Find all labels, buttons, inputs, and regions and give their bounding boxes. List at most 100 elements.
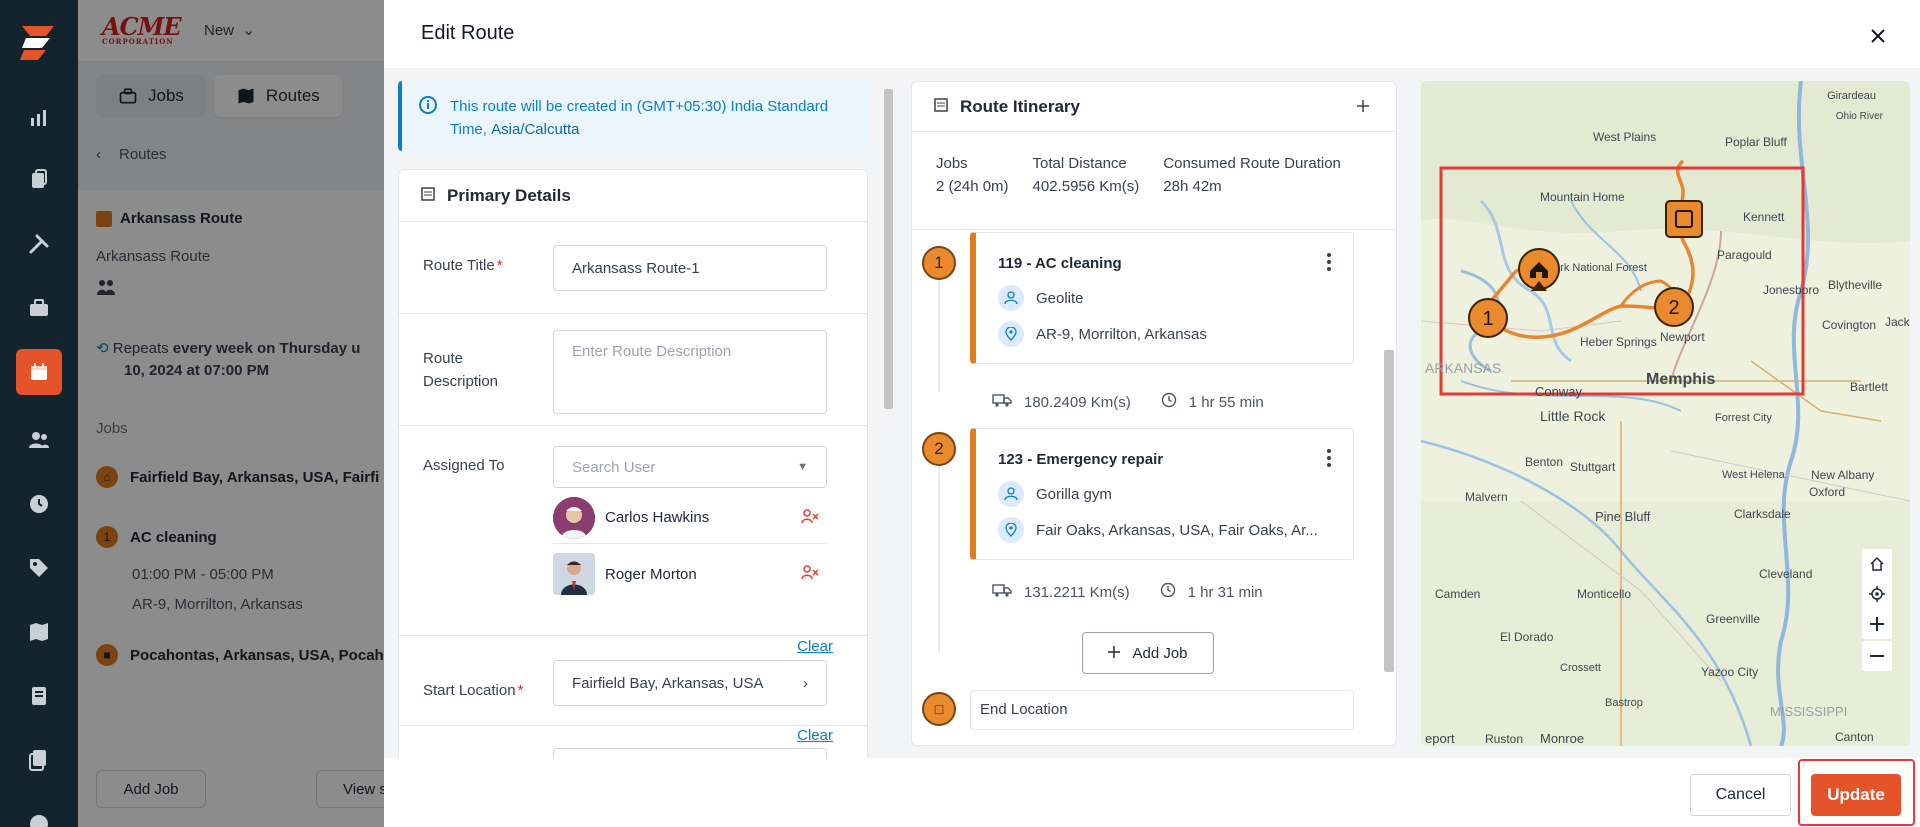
job-card[interactable]: 123 - Emergency repair Gorilla gym Fair … — [970, 428, 1354, 560]
map-home-icon[interactable] — [1862, 549, 1892, 579]
add-job-button[interactable]: Add Job — [1082, 632, 1214, 674]
nav-tag-icon[interactable] — [21, 550, 57, 586]
map-label: Bartlett — [1850, 380, 1889, 394]
clear-link[interactable]: Clear — [797, 727, 833, 744]
truck-icon — [992, 583, 1012, 601]
job-card[interactable]: 119 - AC cleaning Geolite AR-9, Morrilto… — [970, 232, 1354, 364]
map-label: Malvern — [1465, 490, 1508, 504]
start-location-label: Start Location * — [423, 682, 524, 699]
cancel-button[interactable]: Cancel — [1690, 774, 1791, 816]
nav-clipboard-icon[interactable] — [21, 162, 57, 198]
svg-text:2: 2 — [1668, 297, 1679, 319]
scrollbar-thumb[interactable] — [1384, 350, 1394, 672]
more-options-icon[interactable] — [1327, 253, 1331, 276]
nav-map-icon[interactable] — [21, 614, 57, 650]
start-location-row: Clear Start Location * Fairfield Bay, Ark… — [399, 636, 867, 726]
remove-user-icon[interactable] — [801, 564, 819, 584]
map-label: Benton — [1525, 455, 1563, 469]
search-user-select[interactable]: Search User ▼ — [553, 446, 827, 488]
stat-jobs: Jobs 2 (24h 0m) — [936, 155, 1009, 195]
end-location-pin-icon: □ — [922, 692, 956, 726]
leg-info: 131.2211 Km(s) 1 hr 31 min — [992, 582, 1263, 602]
map-canvas[interactable]: Girardeau Ohio River West Plains Poplar Blu… — [1421, 81, 1910, 746]
map-label: El Dorado — [1500, 630, 1554, 644]
nav-reports-icon[interactable] — [21, 100, 57, 136]
modal-backdrop[interactable] — [78, 0, 384, 827]
nav-calendar-icon[interactable] — [16, 349, 62, 395]
map-label: Clarksdale — [1734, 507, 1791, 521]
zoom-in-icon[interactable] — [1862, 609, 1892, 639]
truck-icon — [992, 393, 1012, 411]
route-description-label: Route Description — [423, 350, 499, 390]
plus-icon — [1108, 645, 1121, 662]
stat-route-duration: Consumed Route Duration 28h 42m — [1163, 155, 1341, 195]
edit-route-modal: Edit Route This route will be created in… — [384, 0, 1920, 827]
stat-total-distance: Total Distance 402.5956 Km(s) — [1032, 155, 1140, 195]
job-title: 119 - AC cleaning — [998, 255, 1122, 272]
map-label: West Helena — [1722, 469, 1786, 481]
map-label: Poplar Bluff — [1725, 135, 1787, 149]
app-logo-icon[interactable] — [16, 20, 60, 64]
more-options-icon[interactable] — [1327, 449, 1331, 472]
nav-pie-icon[interactable] — [21, 806, 57, 827]
modal-body: This route will be created in (GMT+05:30… — [384, 68, 1920, 761]
user-name: Carlos Hawkins — [605, 509, 710, 526]
job-customer: Gorilla gym — [998, 481, 1338, 507]
end-location-item[interactable]: End Location — [970, 690, 1354, 730]
start-location-input[interactable]: Fairfield Bay, Arkansas, USA › — [553, 660, 827, 706]
modal-footer: Cancel Update — [384, 758, 1920, 827]
nav-clock-icon[interactable] — [21, 486, 57, 522]
nav-briefcase-icon[interactable] — [21, 290, 57, 326]
map-label: Yazoo City — [1701, 665, 1758, 679]
clear-link[interactable]: Clear — [797, 638, 833, 655]
route-title-input[interactable]: Arkansass Route-1 — [553, 245, 827, 291]
zoom-out-icon[interactable] — [1862, 641, 1892, 671]
map-label: Crossett — [1560, 662, 1601, 674]
map-label: Monroe — [1540, 731, 1584, 746]
job-address: AR-9, Morrilton, Arkansas — [998, 321, 1338, 347]
itinerary-scrollbar[interactable] — [1382, 232, 1394, 745]
map-label: Greenville — [1706, 612, 1760, 626]
map-label: Little Rock — [1540, 408, 1606, 424]
nav-tools-icon[interactable] — [21, 226, 57, 262]
map-label: Oxford — [1809, 485, 1845, 499]
remove-user-icon[interactable] — [801, 508, 819, 528]
location-pin-icon — [998, 517, 1024, 543]
map-label: Ruston — [1485, 732, 1523, 746]
nav-invoice-icon[interactable] — [21, 678, 57, 714]
map-label: Canton — [1835, 730, 1874, 744]
search-user-placeholder: Search User — [572, 458, 656, 476]
route-map[interactable]: Girardeau Ohio River West Plains Poplar Blu… — [1421, 81, 1910, 746]
left-nav — [0, 0, 78, 827]
update-button[interactable]: Update — [1811, 774, 1901, 816]
form-scrollbar[interactable] — [881, 81, 895, 761]
modal-title: Edit Route — [421, 22, 515, 44]
caret-down-icon: ▼ — [797, 461, 808, 473]
map-label: Cleveland — [1759, 567, 1812, 581]
user-name: Roger Morton — [605, 565, 697, 583]
route-description-input[interactable]: Enter Route Description — [553, 330, 827, 414]
assigned-user: Carlos Hawkins — [553, 492, 827, 544]
info-icon — [418, 95, 438, 137]
map-label: Ohio River — [1836, 111, 1884, 122]
map-label: Camden — [1435, 587, 1480, 601]
end-marker[interactable] — [1665, 200, 1703, 238]
map-label: Jackso — [1885, 315, 1910, 329]
job-address: Fair Oaks, Arkansas, USA, Fair Oaks, Ar.… — [998, 517, 1338, 543]
itinerary-icon — [934, 97, 948, 117]
job-marker-2[interactable]: 2 — [1654, 287, 1694, 327]
end-location-row: Clear — [399, 726, 867, 761]
add-stop-icon[interactable] — [1352, 95, 1374, 117]
map-label: Paragould — [1717, 248, 1772, 262]
map-label: Kennett — [1743, 210, 1785, 224]
map-locate-icon[interactable] — [1862, 579, 1892, 609]
scrollbar-thumb[interactable] — [884, 89, 893, 409]
nav-documents-icon[interactable] — [21, 742, 57, 778]
itinerary-stats: Jobs 2 (24h 0m) Total Distance 402.5956 Km… — [912, 132, 1396, 230]
map-label: Conway — [1535, 384, 1582, 399]
map-label: New Albany — [1811, 468, 1874, 482]
close-icon[interactable] — [1866, 24, 1890, 48]
job-marker-1[interactable]: 1 — [1468, 298, 1508, 338]
map-label: Mountain Home — [1540, 190, 1625, 204]
nav-users-icon[interactable] — [21, 422, 57, 458]
